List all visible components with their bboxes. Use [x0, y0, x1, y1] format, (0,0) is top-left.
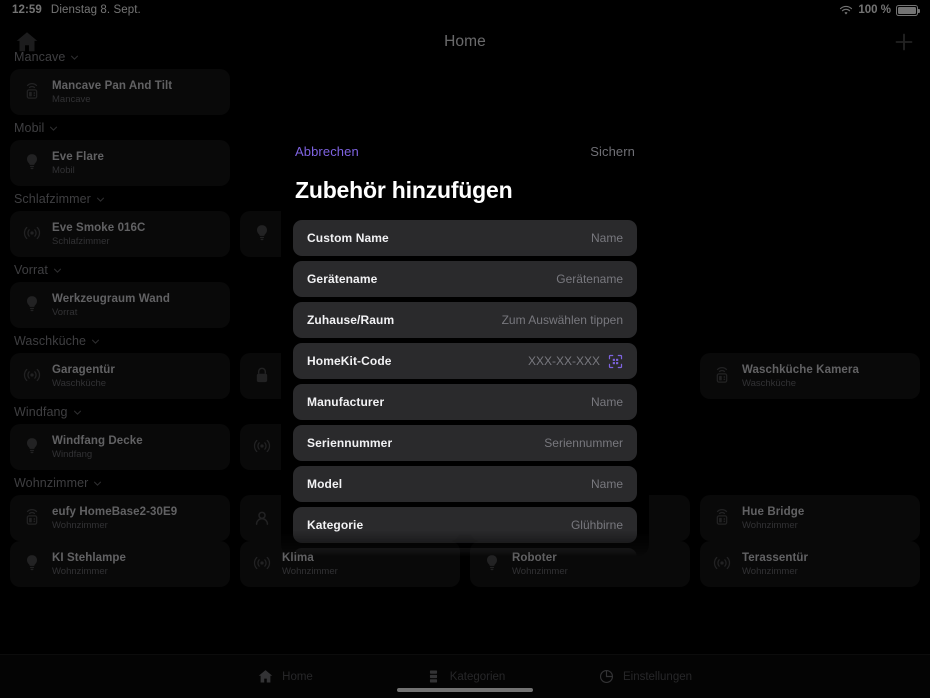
field-value: Zum Auswählen tippen [502, 313, 623, 327]
field-label: Seriennummer [307, 436, 393, 450]
field-placeholder: Glühbirne [570, 518, 623, 532]
field-label: Model [307, 477, 343, 491]
add-accessory-sheet: Abbrechen Sichern Zubehör hinzufügen Cus… [281, 131, 649, 556]
cancel-button[interactable]: Abbrechen [295, 144, 359, 159]
app-root: 12:59 Dienstag 8. Sept. 100 % Home Manca… [0, 0, 930, 698]
field-value: Name [591, 231, 623, 245]
sheet-title: Zubehör hinzufügen [295, 177, 513, 203]
field-placeholder: Name [590, 477, 623, 491]
field-row[interactable]: Kategorie Glühbirne [293, 507, 637, 543]
field-row[interactable] [293, 548, 637, 556]
field-placeholder: Gerätename [556, 272, 623, 286]
field-placeholder: Zum Auswählen tippen [501, 313, 623, 327]
field-row[interactable]: Manufacturer Name [293, 384, 637, 420]
field-row[interactable]: Seriennummer Seriennummer [293, 425, 637, 461]
field-label: Kategorie [307, 518, 364, 532]
field-placeholder: XXX-XX-XXX [527, 354, 600, 368]
field-placeholder: Seriennummer [544, 436, 623, 450]
field-label: HomeKit-Code [307, 354, 392, 368]
field-placeholder: Name [590, 231, 623, 245]
form-fields: Custom Name Name Gerätename Gerätename Z… [281, 220, 649, 556]
field-value: Gerätename [556, 272, 623, 286]
field-value: XXX-XX-XXX [528, 354, 623, 369]
field-row[interactable]: Model Name [293, 466, 637, 502]
field-label: Manufacturer [307, 395, 385, 409]
field-row[interactable]: HomeKit-Code XXX-XX-XXX [293, 343, 637, 379]
field-label: Gerätename [307, 272, 378, 286]
field-row[interactable]: Zuhause/Raum Zum Auswählen tippen [293, 302, 637, 338]
field-label: Custom Name [307, 231, 389, 245]
field-row[interactable]: Custom Name Name [293, 220, 637, 256]
field-value: Seriennummer [544, 436, 623, 450]
field-value: Name [591, 395, 623, 409]
qr-scan-icon[interactable] [608, 354, 623, 369]
field-value: Name [591, 477, 623, 491]
sheet-toolbar: Abbrechen Sichern [281, 131, 649, 171]
field-row[interactable]: Gerätename Gerätename [293, 261, 637, 297]
field-label: Zuhause/Raum [307, 313, 395, 327]
save-button[interactable]: Sichern [590, 144, 635, 159]
field-placeholder: Name [590, 395, 623, 409]
field-value: Glühbirne [571, 518, 623, 532]
